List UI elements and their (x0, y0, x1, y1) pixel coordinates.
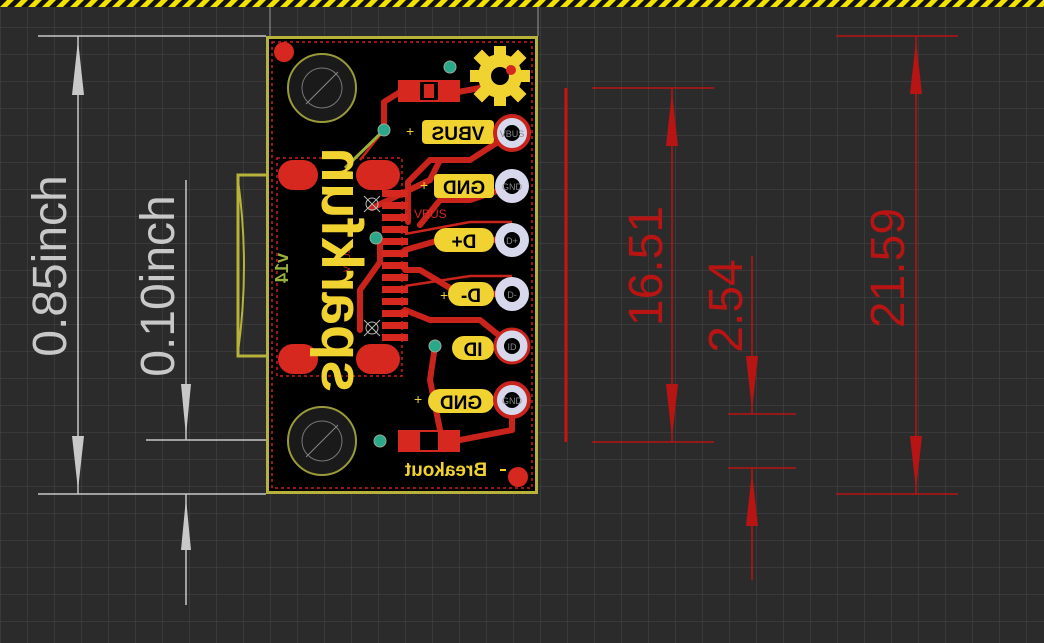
fiducial-bottom-right (508, 467, 528, 487)
svg-text:+: + (420, 177, 428, 193)
pad-label-3: D+ (506, 236, 518, 246)
dimension-label-board-height-inch: 0.85inch (24, 175, 77, 356)
pcb-layout-canvas[interactable]: 0.85inch 0.10inch 16.51 2.54 21.59 VBUS … (0, 0, 1044, 643)
pad-label-6: GND (502, 396, 523, 406)
pad-label-4: D- (507, 290, 517, 300)
pin-label-1: VBUS (432, 124, 485, 145)
dimension-label-pin-span-mm: 16.51 (620, 206, 673, 326)
pin-label-3: D+ (452, 232, 477, 253)
mounting-hole-bottom (287, 406, 357, 476)
pin-label-5: ID (464, 340, 483, 361)
hazard-stripe (0, 0, 1044, 7)
svg-text:+: + (414, 391, 422, 407)
pad-label-2: GND (502, 182, 523, 192)
svg-text:+: + (440, 287, 448, 303)
pad-label-5: ID (508, 342, 518, 352)
pin-label-4: D- (461, 286, 481, 307)
pcb-board[interactable]: VBUS GND D+ D- ID GND + + + + VBUS GND D… (266, 36, 538, 494)
pin-label-2: GND (443, 178, 485, 199)
dimension-label-board-height-mm: 21.59 (862, 208, 915, 328)
smd-resistor-bottom (398, 430, 460, 452)
version-text: v14 (272, 253, 292, 283)
oshw-logo-icon (470, 46, 530, 106)
svg-text:+: + (406, 123, 414, 139)
pin-label-6: GND (440, 393, 482, 414)
pad-label-1: VBUS (500, 129, 525, 139)
product-label: Breakout (404, 460, 487, 481)
brand-logo-text: sparkfun (309, 148, 374, 393)
dimension-label-pin-pitch-inch: 0.10inch (132, 195, 185, 376)
fiducial-top-left (274, 42, 294, 62)
smd-resistor-top (398, 80, 460, 102)
net-label-vbus: VBUS (414, 207, 447, 221)
mounting-hole-top (287, 53, 357, 123)
dimension-label-pitch-mm: 2.54 (700, 259, 753, 352)
